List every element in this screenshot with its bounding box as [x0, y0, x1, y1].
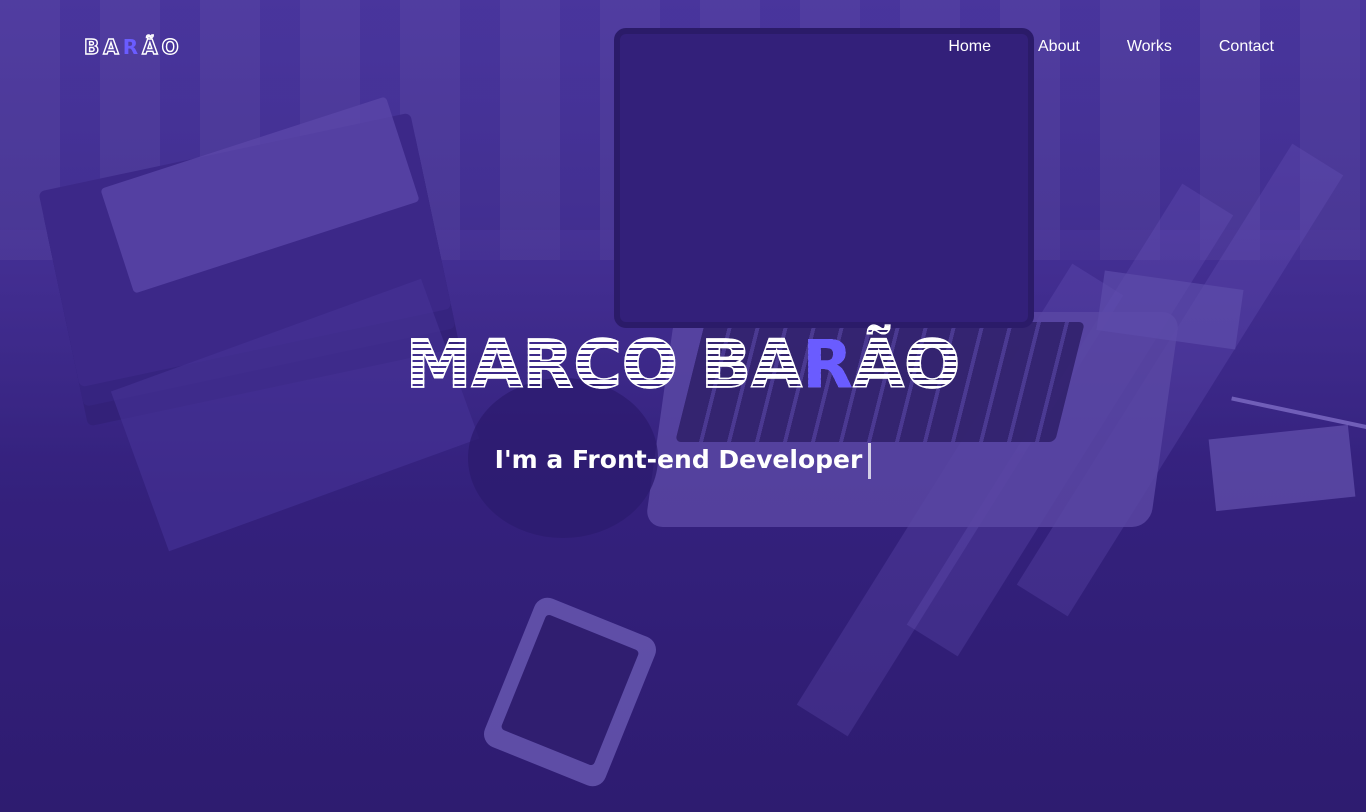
nav-works-link[interactable]: Works — [1127, 36, 1172, 58]
nav-about-link[interactable]: About — [1038, 36, 1080, 58]
logo-text-part: ÃO — [141, 34, 183, 59]
hero-title: MARCO BARÃO — [0, 325, 1366, 404]
nav-contact-link[interactable]: Contact — [1219, 36, 1274, 58]
typed-text: I'm a Front-end Developer — [494, 445, 863, 474]
hero-subtitle: I'm a Front-end Developer — [0, 442, 1366, 479]
hero-title-part: ÃO — [852, 325, 961, 404]
typing-cursor — [868, 443, 872, 479]
hero-section: BARÃO Home About Works Contact MARCO BAR… — [0, 0, 1366, 812]
hero-title-part: MARCO BA — [405, 325, 803, 404]
hero-title-accent-letter: R — [802, 326, 854, 403]
site-logo[interactable]: BARÃO — [83, 34, 183, 59]
nav-home-link[interactable]: Home — [948, 36, 991, 58]
logo-text-part: BA — [83, 34, 123, 59]
main-nav: Home About Works Contact — [948, 36, 1274, 58]
logo-accent-letter: R — [122, 35, 143, 59]
purple-overlay — [0, 0, 1366, 812]
